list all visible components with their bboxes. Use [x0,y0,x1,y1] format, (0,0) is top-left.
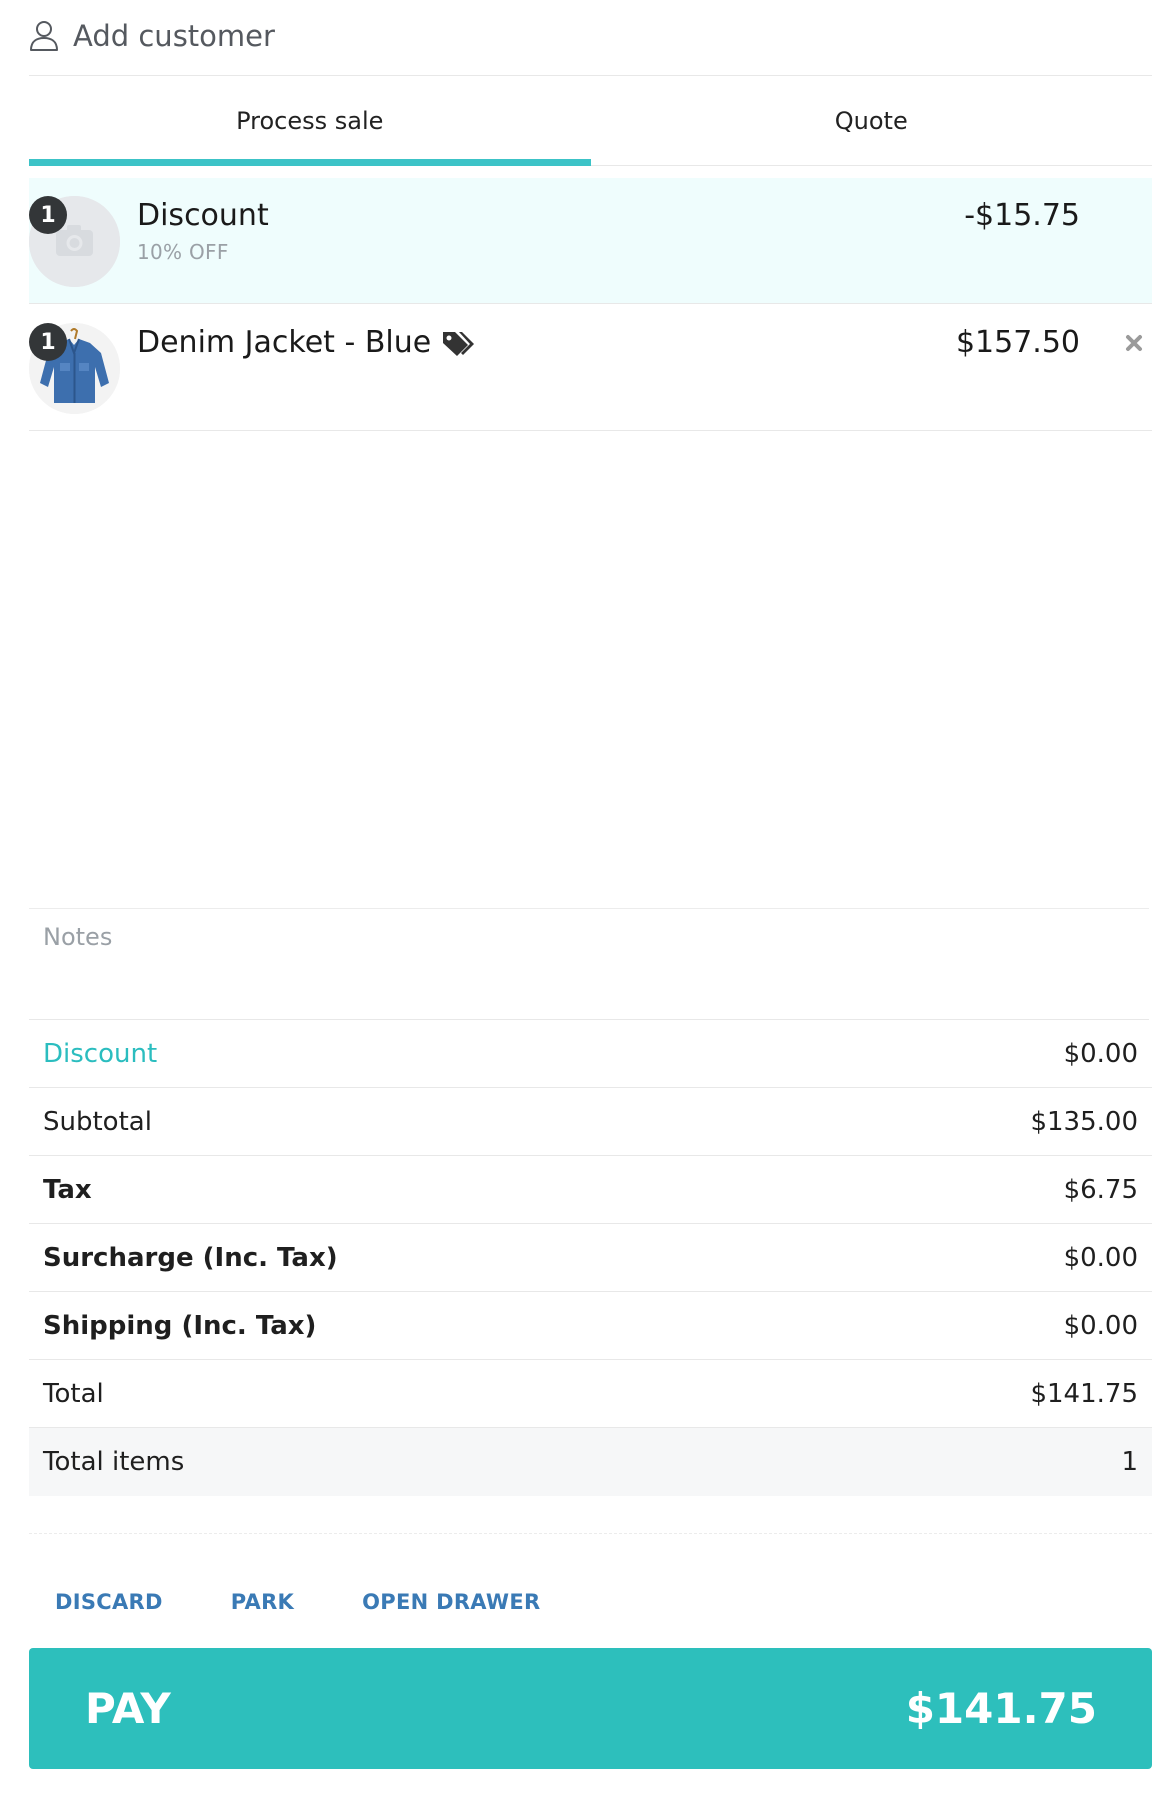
total-label: Total [43,1378,104,1409]
shipping-value: $0.00 [1063,1310,1138,1341]
cart-line-denim-jacket[interactable]: 1 Denim Jacket - Blue $157.50 [29,305,1152,431]
tags-icon [443,331,475,356]
summary-row-total-items: Total items 1 [29,1428,1152,1496]
tab-quote[interactable]: Quote [591,76,1153,165]
divider [29,1533,1152,1534]
subtotal-value: $135.00 [1030,1106,1138,1137]
quantity-badge: 1 [29,196,67,234]
total-items-label: Total items [43,1447,185,1477]
notes-field[interactable]: Notes [29,908,1149,1020]
surcharge-value: $0.00 [1063,1242,1138,1273]
discard-button[interactable]: DISCARD [55,1590,163,1614]
sale-actions: DISCARD PARK OPEN DRAWER [29,1580,608,1624]
item-name-text: Denim Jacket - Blue [137,325,432,360]
summary-row-tax: Tax $6.75 [29,1156,1152,1224]
summary-row-surcharge[interactable]: Surcharge (Inc. Tax) $0.00 [29,1224,1152,1292]
add-customer-button[interactable]: Add customer [29,0,1152,76]
item-price: -$15.75 [964,198,1080,233]
sale-mode-tabs: Process sale Quote [29,76,1152,166]
summary-row-shipping[interactable]: Shipping (Inc. Tax) $0.00 [29,1292,1152,1360]
quantity-badge: 1 [29,323,67,361]
tax-label: Tax [43,1174,92,1205]
add-customer-label: Add customer [73,18,275,53]
pay-button[interactable]: PAY $141.75 [29,1648,1152,1769]
summary-row-discount[interactable]: Discount $0.00 [29,1020,1152,1088]
pay-amount: $141.75 [905,1684,1097,1733]
discount-value: $0.00 [1063,1038,1138,1069]
sale-summary: Discount $0.00 Subtotal $135.00 Tax $6.7… [29,1020,1152,1496]
item-name: Denim Jacket - Blue [137,325,475,360]
shipping-label: Shipping (Inc. Tax) [43,1310,317,1341]
surcharge-label: Surcharge (Inc. Tax) [43,1242,338,1273]
tax-value: $6.75 [1063,1174,1138,1205]
subtotal-label: Subtotal [43,1106,152,1137]
user-icon [30,20,58,51]
pay-label: PAY [85,1684,171,1733]
park-button[interactable]: PARK [231,1590,294,1614]
item-price: $157.50 [955,325,1080,360]
item-name-text: Discount [137,198,269,233]
notes-placeholder: Notes [43,923,113,951]
cart-line-discount[interactable]: 1 Discount 10% OFF -$15.75 [29,178,1152,304]
discount-label[interactable]: Discount [43,1039,157,1069]
item-subtitle: 10% OFF [137,240,229,264]
total-items-value: 1 [1121,1447,1138,1477]
remove-item-icon[interactable] [1124,333,1144,353]
open-drawer-button[interactable]: OPEN DRAWER [362,1590,540,1614]
total-value: $141.75 [1030,1378,1138,1409]
summary-row-total: Total $141.75 [29,1360,1152,1428]
summary-row-subtotal: Subtotal $135.00 [29,1088,1152,1156]
tab-process-sale[interactable]: Process sale [29,76,591,166]
item-name: Discount [137,198,269,233]
